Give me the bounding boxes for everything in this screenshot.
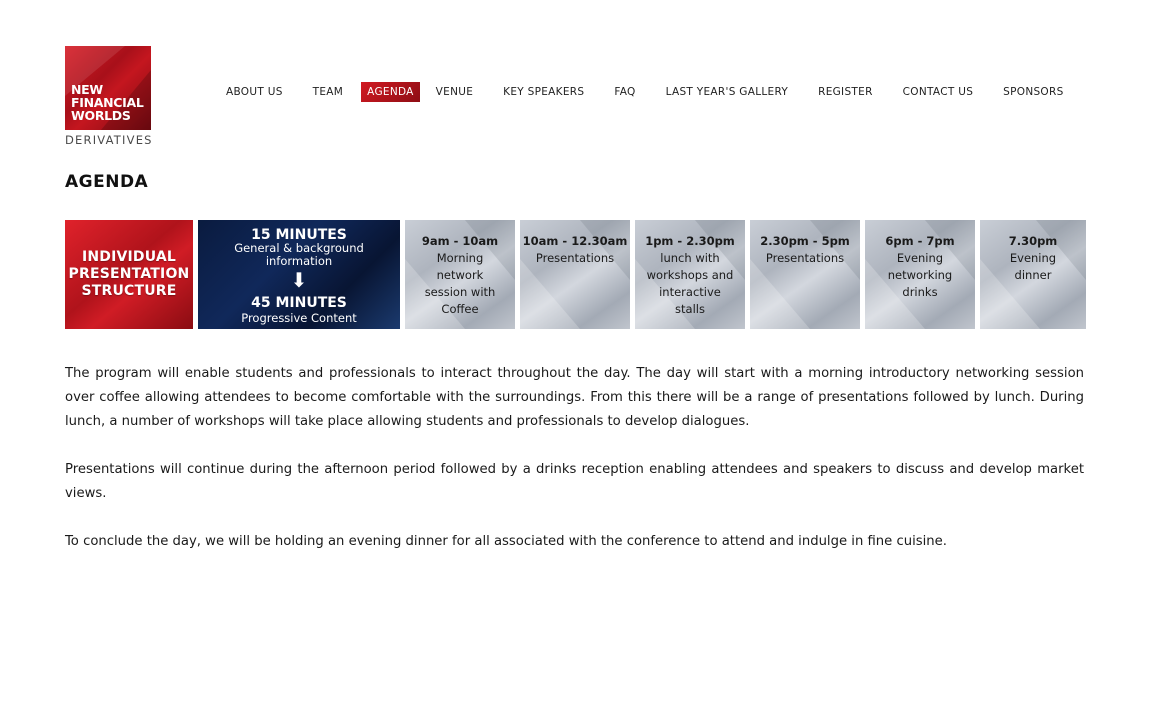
schedule-desc: Evening dinner xyxy=(980,250,1086,284)
format-heading-45: 45 MINUTES xyxy=(251,295,347,311)
desc-line: Morning xyxy=(436,251,484,265)
nav-contact-us[interactable]: CONTACT US xyxy=(897,82,979,102)
agenda-description: The program will enable students and pro… xyxy=(65,362,1084,578)
nav-last-years-gallery[interactable]: LAST YEAR'S GALLERY xyxy=(660,82,795,102)
nav-agenda[interactable]: AGENDA xyxy=(361,82,420,102)
arrow-down-icon: ⬇ xyxy=(290,268,308,292)
schedule-desc: Presentations xyxy=(750,250,860,267)
nav-venue[interactable]: VENUE xyxy=(430,82,480,102)
desc-line: Evening xyxy=(1009,251,1057,265)
desc-line: stalls xyxy=(675,302,705,316)
desc-line: Coffee xyxy=(441,302,479,316)
nav-faq[interactable]: FAQ xyxy=(608,82,641,102)
presentation-structure-label: INDIVIDUAL PRESENTATION STRUCTURE xyxy=(69,249,190,300)
paragraph: To conclude the day, we will be holding … xyxy=(65,534,947,549)
schedule-tile-morning: 9am - 10am Morning network session with … xyxy=(405,220,515,329)
desc-line: Presentations xyxy=(535,251,615,265)
nav-register[interactable]: REGISTER xyxy=(812,82,879,102)
format-subtext-45: Progressive Content xyxy=(241,311,357,325)
schedule-desc: lunch with workshops and interactive sta… xyxy=(635,250,745,318)
presentation-structure-tile: INDIVIDUAL PRESENTATION STRUCTURE xyxy=(65,220,193,329)
schedule-time: 9am - 10am xyxy=(421,234,499,248)
schedule-time: 7.30pm xyxy=(1008,234,1058,248)
format-subtext-15-line2: information xyxy=(265,254,333,268)
desc-line: networking xyxy=(887,268,953,282)
schedule-tile-presentations-am: 10am - 12.30am Presentations xyxy=(520,220,630,329)
schedule-time: 6pm - 7pm xyxy=(885,234,955,248)
schedule-desc: Presentations xyxy=(520,250,630,267)
page-title: AGENDA xyxy=(65,172,149,192)
schedule-desc: Morning network session with Coffee xyxy=(405,250,515,318)
structure-line-3: STRUCTURE xyxy=(81,283,177,299)
nav-about-us[interactable]: ABOUT US xyxy=(220,82,289,102)
schedule-time: 10am - 12.30am xyxy=(522,234,628,248)
nav-key-speakers[interactable]: KEY SPEAKERS xyxy=(497,82,590,102)
desc-line: Evening xyxy=(896,251,944,265)
agenda-banner: INDIVIDUAL PRESENTATION STRUCTURE 15 MIN… xyxy=(65,220,1086,329)
main-nav: ABOUT US TEAM AGENDA VENUE KEY SPEAKERS … xyxy=(220,81,1070,103)
paragraph: The program will enable students and pro… xyxy=(65,366,1084,429)
desc-line: workshops and xyxy=(646,268,734,282)
desc-line: session with xyxy=(424,285,496,299)
format-subtext-15: General & background information xyxy=(198,242,400,268)
desc-line: network xyxy=(436,268,484,282)
site-logo[interactable]: NEW FINANCIAL WORLDS DERIVATIVES xyxy=(65,46,153,147)
logo-line-3: WORLDS xyxy=(71,108,131,123)
schedule-desc: Evening networking drinks xyxy=(865,250,975,301)
schedule-tile-drinks: 6pm - 7pm Evening networking drinks xyxy=(865,220,975,329)
schedule-tile-dinner: 7.30pm Evening dinner xyxy=(980,220,1086,329)
desc-line: drinks xyxy=(902,285,938,299)
desc-line: Presentations xyxy=(765,251,845,265)
schedule-time: 2.30pm - 5pm xyxy=(760,234,850,248)
schedule-tile-presentations-pm: 2.30pm - 5pm Presentations xyxy=(750,220,860,329)
logo-wordmark: NEW FINANCIAL WORLDS xyxy=(71,83,144,122)
paragraph: Presentations will continue during the a… xyxy=(65,462,1084,501)
schedule-time: 1pm - 2.30pm xyxy=(645,234,735,248)
structure-line-2: PRESENTATION xyxy=(68,266,190,282)
desc-line: dinner xyxy=(1014,268,1052,282)
logo-mark: NEW FINANCIAL WORLDS xyxy=(65,46,151,130)
nav-team[interactable]: TEAM xyxy=(307,82,350,102)
desc-line: interactive xyxy=(659,285,721,299)
logo-subtitle: DERIVATIVES xyxy=(65,133,153,147)
structure-line-1: INDIVIDUAL xyxy=(81,249,177,265)
presentation-format-tile: 15 MINUTES General & background informat… xyxy=(198,220,400,329)
desc-line: lunch with xyxy=(660,251,720,265)
nav-sponsors[interactable]: SPONSORS xyxy=(997,82,1069,102)
schedule-tile-lunch: 1pm - 2.30pm lunch with workshops and in… xyxy=(635,220,745,329)
